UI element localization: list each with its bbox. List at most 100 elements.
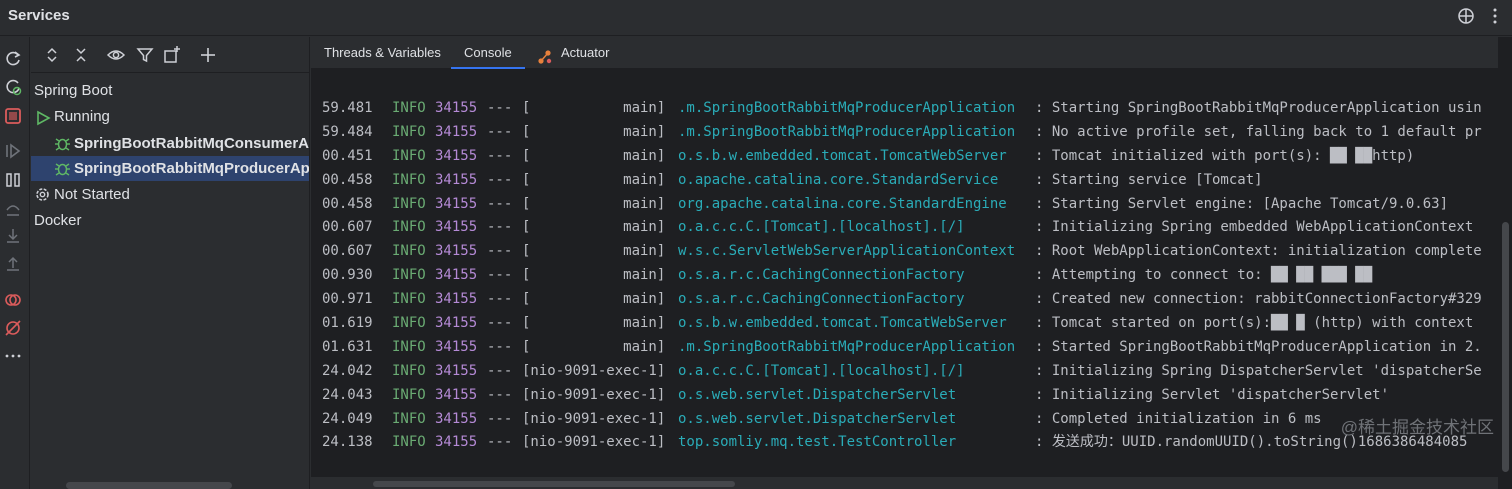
log-pid: 34155 bbox=[435, 147, 478, 164]
expand-all-icon[interactable] bbox=[42, 45, 62, 65]
log-message: : Starting Servlet engine: [Apache Tomca… bbox=[1035, 195, 1449, 212]
log-thread: [ main] bbox=[522, 123, 666, 140]
log-separator: --- bbox=[487, 123, 513, 140]
log-message: : Attempting to connect to: ██ ██ ███ ██ bbox=[1035, 267, 1373, 284]
tree-node-docker[interactable]: Docker bbox=[31, 208, 309, 233]
log-thread: [nio-9091-exec-1] bbox=[522, 434, 666, 451]
log-logger: o.a.c.c.C.[Tomcat].[localhost].[/] bbox=[678, 362, 965, 379]
log-separator: --- bbox=[487, 410, 513, 427]
step-out-icon[interactable] bbox=[3, 254, 23, 274]
log-line: 59.484 INFO 34155 --- [ main] .m.SpringBootRa… bbox=[311, 121, 1496, 145]
log-pid: 34155 bbox=[435, 410, 478, 427]
log-line: 59.481 INFO 34155 --- [ main] .m.SpringBootRa… bbox=[311, 97, 1496, 121]
log-message: : Root WebApplicationContext: initializa… bbox=[1035, 243, 1482, 260]
log-line: 00.458 INFO 34155 --- [ main] o.apache.catali… bbox=[311, 169, 1496, 193]
log-thread: [nio-9091-exec-1] bbox=[522, 410, 666, 427]
tab-threads-variables[interactable]: Threads & Variables bbox=[324, 37, 441, 69]
log-logger: top.somliy.mq.test.TestController bbox=[678, 434, 957, 451]
log-time: 59.481 bbox=[322, 100, 373, 116]
filter-icon[interactable] bbox=[135, 45, 155, 65]
log-logger: o.s.web.servlet.DispatcherServlet bbox=[678, 410, 957, 427]
title-bar: Services bbox=[0, 0, 1512, 36]
tree-node-consumer-app[interactable]: SpringBootRabbitMqConsumerApplication bbox=[31, 131, 309, 156]
tree-node-spring-boot[interactable]: Spring Boot bbox=[31, 78, 309, 103]
crosshair-icon[interactable] bbox=[1457, 7, 1475, 25]
log-pid: 34155 bbox=[435, 315, 478, 332]
rerun-debug-icon[interactable] bbox=[3, 77, 23, 97]
log-separator: --- bbox=[487, 386, 513, 403]
log-time: 00.458 bbox=[322, 195, 373, 212]
log-message: : Initializing Servlet 'dispatcherServle… bbox=[1035, 386, 1390, 403]
eye-icon[interactable] bbox=[106, 45, 126, 65]
tree-toolbar bbox=[31, 37, 309, 73]
add-icon[interactable] bbox=[198, 45, 218, 65]
log-message: : Started SpringBootRabbitMqProducerAppl… bbox=[1035, 338, 1482, 355]
step-into-icon[interactable] bbox=[3, 226, 23, 246]
log-logger: o.a.c.c.C.[Tomcat].[localhost].[/] bbox=[678, 219, 965, 236]
log-level: INFO bbox=[392, 219, 426, 236]
log-message: : Tomcat started on port(s):██ █ (http) … bbox=[1035, 315, 1474, 332]
more-horizontal-icon[interactable] bbox=[3, 346, 23, 366]
more-vertical-icon[interactable] bbox=[1486, 7, 1504, 25]
new-group-icon[interactable] bbox=[162, 45, 182, 65]
log-message: : Tomcat initialized with port(s): ██ ██… bbox=[1035, 147, 1415, 164]
log-pid: 34155 bbox=[435, 267, 478, 284]
log-level: INFO bbox=[392, 123, 426, 140]
log-thread: [ main] bbox=[522, 100, 666, 116]
log-message: : Starting service [Tomcat] bbox=[1035, 171, 1263, 188]
log-pid: 34155 bbox=[435, 195, 478, 212]
log-logger: .m.SpringBootRabbitMqProducerApplication bbox=[678, 100, 1016, 116]
log-time: 00.607 bbox=[322, 243, 373, 260]
console-horizontal-scrollbar[interactable] bbox=[311, 477, 1498, 489]
log-level: INFO bbox=[392, 243, 426, 260]
scroll-thumb[interactable] bbox=[1502, 222, 1509, 472]
console-output[interactable]: 59.481 INFO 34155 --- [ main] .m.SpringBootRa… bbox=[311, 97, 1496, 477]
log-separator: --- bbox=[487, 219, 513, 236]
log-level: INFO bbox=[392, 315, 426, 332]
log-separator: --- bbox=[487, 291, 513, 308]
log-level: INFO bbox=[392, 410, 426, 427]
log-pid: 34155 bbox=[435, 100, 478, 116]
step-over-icon[interactable] bbox=[3, 199, 23, 219]
log-thread: [nio-9091-exec-1] bbox=[522, 386, 666, 403]
tree-node-running[interactable]: Running bbox=[31, 104, 309, 129]
log-separator: --- bbox=[487, 267, 513, 284]
log-line: 00.607 INFO 34155 --- [ main] w.s.c.ServletWe… bbox=[311, 240, 1496, 264]
log-message: : Created new connection: rabbitConnecti… bbox=[1035, 291, 1482, 308]
collapse-all-icon[interactable] bbox=[71, 45, 91, 65]
tree-node-not-started[interactable]: Not Started bbox=[31, 182, 309, 207]
console-vertical-scrollbar[interactable] bbox=[1498, 37, 1512, 489]
log-level: INFO bbox=[392, 434, 426, 451]
tab-console[interactable]: Console bbox=[451, 37, 525, 69]
log-logger: o.s.a.r.c.CachingConnectionFactory bbox=[678, 267, 965, 284]
log-level: INFO bbox=[392, 338, 426, 355]
window-title: Services bbox=[8, 7, 70, 24]
pause-icon[interactable] bbox=[3, 170, 23, 190]
log-time: 01.631 bbox=[322, 338, 373, 355]
scroll-thumb[interactable] bbox=[373, 481, 735, 487]
gear-icon bbox=[34, 186, 51, 203]
log-line: 00.607 INFO 34155 --- [ main] o.a.c.c.C.[Tomc… bbox=[311, 216, 1496, 240]
log-message: : Completed initialization in 6 ms bbox=[1035, 410, 1322, 427]
rerun-icon[interactable] bbox=[3, 49, 23, 69]
tab-actuator[interactable]: Actuator bbox=[561, 37, 609, 69]
tree-horizontal-scrollbar[interactable] bbox=[66, 482, 232, 489]
log-time: 24.042 bbox=[322, 362, 373, 379]
log-line: 00.930 INFO 34155 --- [ main] o.s.a.r.c.Cachi… bbox=[311, 264, 1496, 288]
tree-node-producer-app[interactable]: SpringBootRabbitMqProducerApplication bbox=[31, 156, 309, 181]
log-time: 00.971 bbox=[322, 291, 373, 308]
log-thread: [ main] bbox=[522, 195, 666, 212]
log-line: 00.451 INFO 34155 --- [ main] o.s.b.w.embedde… bbox=[311, 145, 1496, 169]
stop-icon[interactable] bbox=[3, 106, 23, 126]
mute-breakpoints-icon[interactable] bbox=[3, 318, 23, 338]
log-time: 59.484 bbox=[322, 123, 373, 140]
resume-icon[interactable] bbox=[3, 141, 23, 161]
breakpoint-icon[interactable] bbox=[3, 290, 23, 310]
tree-node-label: Running bbox=[54, 108, 110, 125]
log-separator: --- bbox=[487, 195, 513, 212]
log-logger: o.apache.catalina.core.StandardService bbox=[678, 171, 999, 188]
log-pid: 34155 bbox=[435, 291, 478, 308]
log-separator: --- bbox=[487, 147, 513, 164]
log-separator: --- bbox=[487, 315, 513, 332]
tab-bar: Threads & Variables Console Actuator bbox=[311, 37, 1512, 69]
